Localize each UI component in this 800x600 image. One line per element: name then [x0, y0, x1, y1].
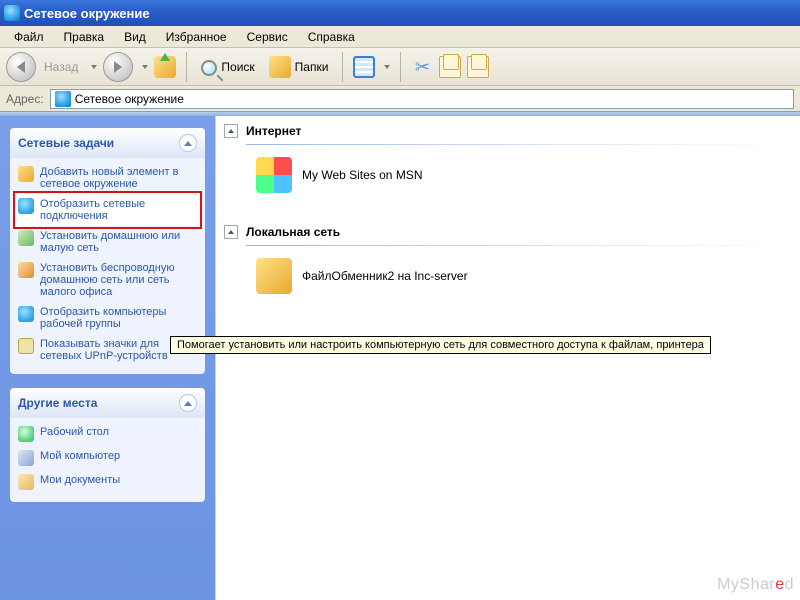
- place-desktop[interactable]: Рабочий стол: [16, 422, 199, 446]
- section-divider: [246, 245, 790, 246]
- section-divider: [246, 144, 790, 145]
- side-pane: Сетевые задачи Добавить новый элемент в …: [0, 116, 215, 600]
- panel-header-other-places[interactable]: Другие места: [10, 388, 205, 418]
- place-my-documents[interactable]: Мои документы: [16, 470, 199, 494]
- toolbar-separator: [186, 52, 187, 82]
- section-title: Локальная сеть: [246, 225, 340, 239]
- panel-body: Рабочий стол Мой компьютер Мои документы: [10, 418, 205, 502]
- task-label: Отобразить компьютеры рабочей группы: [40, 306, 197, 330]
- paste-icon[interactable]: [467, 56, 489, 78]
- upnp-icon: [18, 338, 34, 354]
- home-network-icon: [18, 230, 34, 246]
- menu-view[interactable]: Вид: [114, 28, 156, 46]
- chevron-up-icon: [184, 141, 192, 146]
- task-setup-home-network[interactable]: Установить домашнюю или малую сеть: [16, 226, 199, 258]
- task-setup-wireless-network[interactable]: Установить беспроводную домашнюю сеть ил…: [16, 258, 199, 302]
- network-icon: [18, 198, 34, 214]
- task-add-network-place[interactable]: Добавить новый элемент в сетевое окружен…: [16, 162, 199, 194]
- task-label: Отобразить сетевые подключения: [40, 198, 197, 222]
- menubar: Файл Правка Вид Избранное Сервис Справка: [0, 26, 800, 48]
- menu-help[interactable]: Справка: [298, 28, 365, 46]
- address-field[interactable]: Сетевое окружение: [50, 89, 794, 109]
- tooltip: Помогает установить или настроить компью…: [170, 336, 711, 354]
- item-label: ФайлОбменник2 на Inc-server: [302, 269, 468, 283]
- window-title: Сетевое окружение: [24, 6, 150, 21]
- folder-add-icon: [18, 166, 34, 182]
- up-folder-icon[interactable]: [154, 56, 176, 78]
- task-label: Добавить новый элемент в сетевое окружен…: [40, 166, 197, 190]
- forward-dropdown-icon[interactable]: [142, 65, 148, 69]
- forward-button[interactable]: [103, 52, 133, 82]
- task-show-network-connections[interactable]: Отобразить сетевые подключения: [16, 194, 199, 226]
- content-pane: Интернет My Web Sites on MSN Локальная с…: [215, 116, 800, 600]
- views-icon[interactable]: [353, 56, 375, 78]
- section-title: Интернет: [246, 124, 301, 138]
- menu-edit[interactable]: Правка: [54, 28, 115, 46]
- window-icon: [4, 5, 20, 21]
- back-label: Назад: [44, 60, 78, 74]
- chevron-up-icon: [228, 129, 234, 133]
- address-label: Адрес:: [6, 92, 44, 106]
- arrow-left-icon: [17, 61, 25, 73]
- cut-icon[interactable]: ✂: [411, 56, 433, 78]
- item-msn-websites[interactable]: My Web Sites on MSN: [216, 151, 800, 199]
- panel-other-places: Другие места Рабочий стол Мой компьютер …: [10, 388, 205, 502]
- section-header-local-network: Локальная сеть: [216, 217, 800, 243]
- toolbar-separator: [342, 52, 343, 82]
- item-label: My Web Sites on MSN: [302, 168, 422, 182]
- folders-button[interactable]: Папки: [265, 54, 333, 80]
- task-label: Установить беспроводную домашнюю сеть ил…: [40, 262, 197, 298]
- computer-icon: [18, 450, 34, 466]
- address-icon: [55, 91, 71, 107]
- toolbar-separator: [400, 52, 401, 82]
- back-dropdown-icon[interactable]: [91, 65, 97, 69]
- folders-icon: [269, 56, 291, 78]
- panel-title: Сетевые задачи: [18, 136, 114, 150]
- collapse-button[interactable]: [179, 394, 197, 412]
- address-value: Сетевое окружение: [75, 92, 184, 106]
- msn-butterfly-icon: [256, 157, 292, 193]
- place-my-computer[interactable]: Мой компьютер: [16, 446, 199, 470]
- folders-label: Папки: [295, 60, 329, 74]
- desktop-icon: [18, 426, 34, 442]
- search-button[interactable]: Поиск: [197, 56, 258, 78]
- menu-favorites[interactable]: Избранное: [156, 28, 237, 46]
- toolbar: Назад Поиск Папки ✂: [0, 48, 800, 86]
- task-label: Установить домашнюю или малую сеть: [40, 230, 197, 254]
- workgroup-icon: [18, 306, 34, 322]
- search-icon: [201, 60, 217, 76]
- chevron-up-icon: [184, 401, 192, 406]
- share-folder-icon: [256, 258, 292, 294]
- menu-file[interactable]: Файл: [4, 28, 54, 46]
- panel-header-network-tasks[interactable]: Сетевые задачи: [10, 128, 205, 158]
- menu-tools[interactable]: Сервис: [237, 28, 298, 46]
- titlebar: Сетевое окружение: [0, 0, 800, 26]
- documents-icon: [18, 474, 34, 490]
- wireless-icon: [18, 262, 34, 278]
- back-button[interactable]: [6, 52, 36, 82]
- watermark: MyShared: [717, 576, 794, 594]
- panel-title: Другие места: [18, 396, 97, 410]
- chevron-up-icon: [228, 230, 234, 234]
- watermark-text: e: [775, 576, 784, 593]
- task-view-workgroup-computers[interactable]: Отобразить компьютеры рабочей группы: [16, 302, 199, 334]
- addressbar: Адрес: Сетевое окружение: [0, 86, 800, 112]
- section-collapse-button[interactable]: [224, 124, 238, 138]
- section-collapse-button[interactable]: [224, 225, 238, 239]
- views-dropdown-icon[interactable]: [384, 65, 390, 69]
- place-label: Рабочий стол: [40, 426, 109, 438]
- arrow-right-icon: [114, 61, 122, 73]
- search-label: Поиск: [221, 60, 254, 74]
- place-label: Мои документы: [40, 474, 120, 486]
- collapse-button[interactable]: [179, 134, 197, 152]
- watermark-text: MyShar: [717, 576, 775, 593]
- place-label: Мой компьютер: [40, 450, 120, 462]
- watermark-text: d: [785, 576, 794, 593]
- copy-icon[interactable]: [439, 56, 461, 78]
- main-area: Сетевые задачи Добавить новый элемент в …: [0, 116, 800, 600]
- section-header-internet: Интернет: [216, 116, 800, 142]
- item-file-share[interactable]: ФайлОбменник2 на Inc-server: [216, 252, 800, 300]
